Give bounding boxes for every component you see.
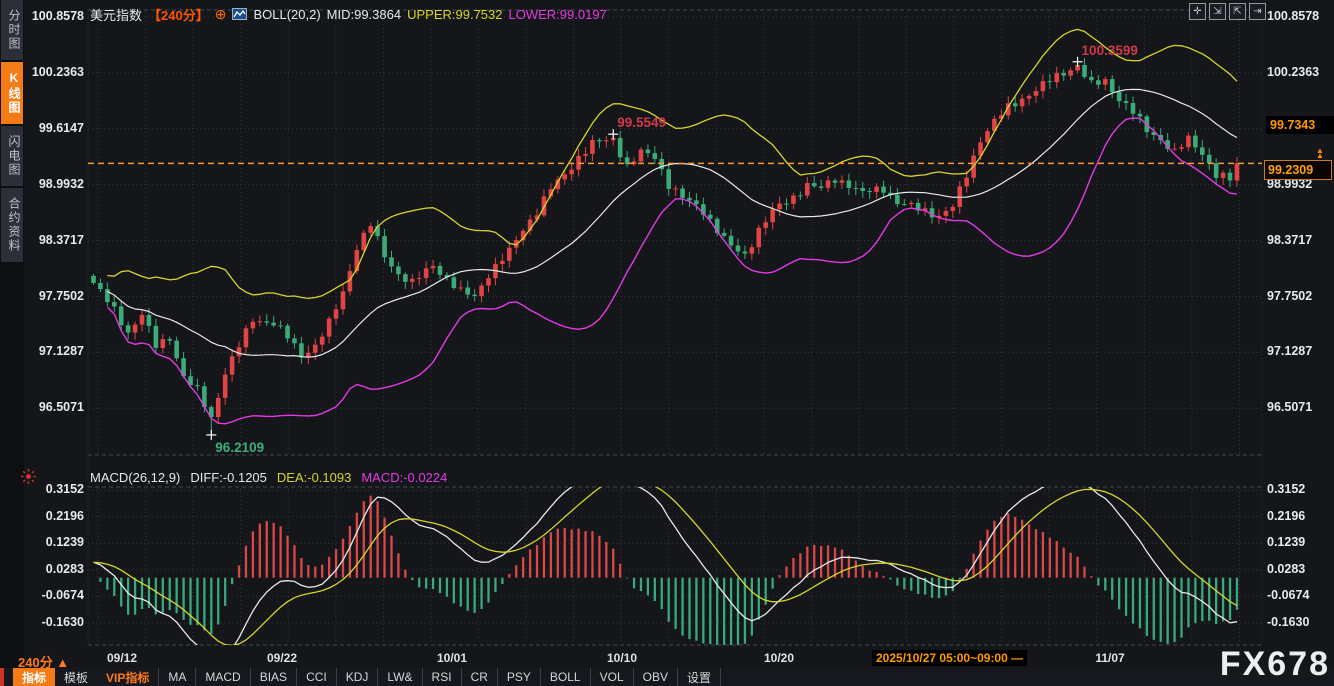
x-axis-date: 09/12 <box>82 651 162 665</box>
main-y-label-right: 97.1287 <box>1267 344 1331 359</box>
chart-type-icon[interactable] <box>232 8 247 20</box>
main-y-label-left: 96.5071 <box>26 400 84 415</box>
boll-label: BOLL(20,2) <box>253 7 320 22</box>
sidebar-tab-3[interactable]: 合约资料 <box>1 188 23 262</box>
macd-y-label-left: -0.1630 <box>26 615 84 630</box>
main-y-label-right: 100.8578 <box>1267 9 1331 24</box>
toolbar-item-BOLL[interactable]: BOLL <box>540 668 590 686</box>
sidebar-tab-1[interactable]: K线图 <box>1 62 23 124</box>
macd-y-label-right: 0.0283 <box>1267 562 1331 577</box>
x-axis-date: 10/01 <box>412 651 492 665</box>
scroll-right-icon[interactable]: ⇥ <box>1249 3 1266 20</box>
macd-y-label-right: -0.0674 <box>1267 588 1331 603</box>
boll-upper-value: UPPER:99.7532 <box>407 7 502 22</box>
fit-both-axes-icon[interactable]: ⇲ <box>1209 3 1226 20</box>
macd-dea-value: DEA:-0.1093 <box>277 470 351 485</box>
main-y-label-left: 99.6147 <box>26 121 84 136</box>
macd-y-label-left: 0.1239 <box>26 535 84 550</box>
period-label: 【240分】 <box>148 5 209 24</box>
toolbar-item-RSI[interactable]: RSI <box>422 668 461 686</box>
last-price-tag: 99.2309 <box>1264 160 1332 180</box>
main-y-label-right: 96.5071 <box>1267 400 1331 415</box>
toolbar-item-OBV[interactable]: OBV <box>633 668 677 686</box>
macd-hist-value: MACD:-0.0224 <box>361 470 447 485</box>
sidebar-tab-0[interactable]: 分时图 <box>1 0 23 60</box>
high-annotation: 100.3599 <box>1082 43 1138 58</box>
toolbar-item-CCI[interactable]: CCI <box>296 668 336 686</box>
trading-app: 96.2109 99.5549 100.3599 分时图K线图闪电图合约资料 美元指… <box>0 0 1334 686</box>
macd-y-label-left: 0.0283 <box>26 562 84 577</box>
toolbar-item-指标[interactable]: 指标 <box>13 668 55 686</box>
x-axis-date: 11/07 <box>1070 651 1150 665</box>
chart-toolbar-icons: ✛⇲⇱⇥ <box>1189 3 1266 20</box>
main-y-label-left: 98.9932 <box>26 177 84 192</box>
x-axis-date: 10/20 <box>739 651 819 665</box>
toolbar-item-VIP指标[interactable]: VIP指标 <box>97 668 158 686</box>
main-y-label-left: 97.1287 <box>26 344 84 359</box>
indicator-settings-icon[interactable] <box>20 468 37 485</box>
sidebar: 分时图K线图闪电图合约资料 <box>0 0 24 686</box>
main-y-label-right: 98.3717 <box>1267 233 1331 248</box>
toolbar-item-模板[interactable]: 模板 <box>55 668 97 686</box>
macd-header: MACD(26,12,9) DIFF:-0.1205 DEA:-0.1093 M… <box>90 469 447 485</box>
main-y-label-left: 100.8578 <box>26 9 84 24</box>
price-up-arrow-icon: ▲▲ <box>1316 148 1324 158</box>
main-y-label-left: 100.2363 <box>26 65 84 80</box>
symbol-name: 美元指数 <box>90 5 142 24</box>
chart-title: 美元指数 【240分】 ⊕ BOLL(20,2) MID:99.3864 UPP… <box>90 5 607 23</box>
bottom-toolbar: 指标模板VIP指标MAMACDBIASCCIKDJLW&RSICRPSYBOLL… <box>0 668 1334 686</box>
macd-y-label-right: -0.1630 <box>1267 615 1331 630</box>
toolbar-accent-bar <box>0 668 4 686</box>
main-y-label-right: 100.2363 <box>1267 65 1331 80</box>
macd-diff-value: DIFF:-0.1205 <box>190 470 267 485</box>
boll-mid-value: MID:99.3864 <box>327 7 401 22</box>
add-indicator-icon[interactable]: ⊕ <box>215 8 227 20</box>
hovered-candle-time: 2025/10/27 05:00~09:00 — <box>872 650 1027 666</box>
high-annotation: 99.5549 <box>617 115 666 130</box>
x-axis-date: 09/22 <box>242 651 322 665</box>
sidebar-tab-2[interactable]: 闪电图 <box>1 126 23 186</box>
upper-band-tag: 99.7343 <box>1266 116 1334 134</box>
chart-canvas[interactable]: 96.2109 99.5549 100.3599 <box>0 0 1334 686</box>
toolbar-item-LW&[interactable]: LW& <box>377 668 421 686</box>
macd-y-label-right: 0.1239 <box>1267 535 1331 550</box>
toolbar-item-设置[interactable]: 设置 <box>677 668 721 686</box>
toolbar-item-MA[interactable]: MA <box>158 668 195 686</box>
fit-time-axis-icon[interactable]: ⇱ <box>1229 3 1246 20</box>
macd-name: MACD(26,12,9) <box>90 470 180 485</box>
macd-y-label-right: 0.3152 <box>1267 482 1331 497</box>
toolbar-item-CR[interactable]: CR <box>461 668 497 686</box>
toolbar-item-PSY[interactable]: PSY <box>497 668 540 686</box>
macd-y-label-right: 0.2196 <box>1267 509 1331 524</box>
toolbar-item-MACD[interactable]: MACD <box>195 668 249 686</box>
main-y-label-left: 97.7502 <box>26 289 84 304</box>
macd-y-label-left: -0.0674 <box>26 588 84 603</box>
low-annotation: 96.2109 <box>215 440 264 455</box>
pan-icon[interactable]: ✛ <box>1189 3 1206 20</box>
toolbar-item-VOL[interactable]: VOL <box>590 668 633 686</box>
macd-y-label-left: 0.2196 <box>26 509 84 524</box>
main-y-label-right: 97.7502 <box>1267 289 1331 304</box>
main-y-label-left: 98.3717 <box>26 233 84 248</box>
toolbar-item-BIAS[interactable]: BIAS <box>250 668 296 686</box>
boll-lower-value: LOWER:99.0197 <box>509 7 607 22</box>
x-axis-date: 10/10 <box>582 651 662 665</box>
toolbar-item-KDJ[interactable]: KDJ <box>336 668 378 686</box>
